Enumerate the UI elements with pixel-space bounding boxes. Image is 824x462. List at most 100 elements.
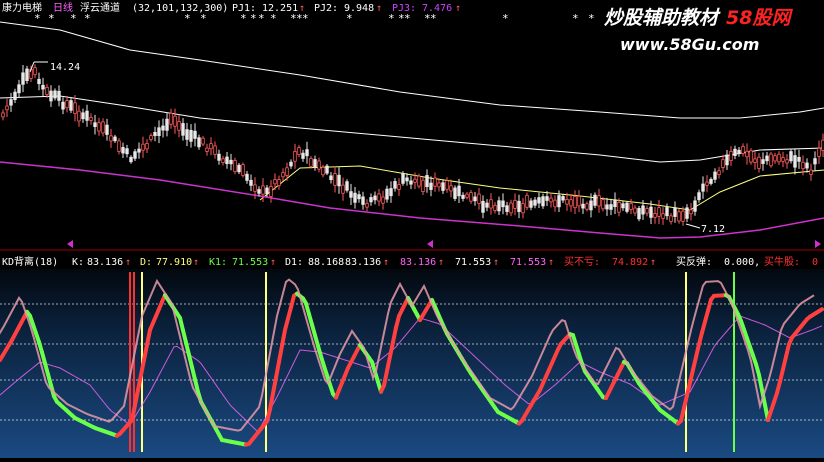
candle xyxy=(82,113,85,119)
candle xyxy=(782,158,785,162)
candle xyxy=(394,181,397,188)
candle xyxy=(606,205,609,209)
candle xyxy=(94,123,97,127)
candle xyxy=(258,190,261,194)
candle xyxy=(186,130,189,140)
candle xyxy=(726,155,729,165)
value-5: 83.136 xyxy=(345,257,381,268)
d-arrow: ↑ xyxy=(193,257,199,268)
candle xyxy=(558,196,561,207)
pj2-value: 9.948 xyxy=(344,3,374,14)
candle xyxy=(282,173,285,177)
candle xyxy=(306,150,309,156)
candle xyxy=(562,196,565,200)
candle xyxy=(494,205,497,210)
candle xyxy=(642,206,645,214)
candle xyxy=(398,185,401,190)
candle xyxy=(242,165,245,176)
candle xyxy=(694,201,697,211)
candle xyxy=(126,149,129,154)
candle xyxy=(750,151,753,162)
candle xyxy=(710,179,713,183)
price-panel-header: 康力电梯 日线 浮云通道 (32,101,132,300) PJ1: 12.25… xyxy=(2,1,461,14)
indicator-params: (32,101,132,300) xyxy=(132,3,228,14)
candle xyxy=(754,159,757,163)
candle xyxy=(574,197,577,208)
candle xyxy=(738,150,741,153)
value-6: 83.136 xyxy=(400,257,436,268)
candle xyxy=(318,161,321,169)
candle xyxy=(262,186,265,194)
candle xyxy=(254,185,257,191)
candle xyxy=(130,157,133,161)
candle xyxy=(198,138,201,147)
candle xyxy=(98,123,101,131)
candle xyxy=(142,144,145,150)
pj2-arrow: ↑ xyxy=(376,3,382,14)
candle xyxy=(418,176,421,186)
candle xyxy=(74,103,77,114)
indicator-name[interactable]: 浮云通道 xyxy=(80,1,120,14)
candle xyxy=(478,194,481,203)
period-label[interactable]: 日线 xyxy=(53,1,73,14)
candle xyxy=(502,201,505,207)
k-label: K: xyxy=(72,257,84,268)
candle xyxy=(430,183,433,189)
candle xyxy=(350,192,353,198)
candle xyxy=(458,186,461,196)
candle xyxy=(90,117,93,120)
candle xyxy=(6,106,9,110)
candle xyxy=(206,148,209,151)
candle xyxy=(10,100,13,106)
candle xyxy=(266,188,269,194)
candle xyxy=(226,157,229,164)
candle xyxy=(602,200,605,209)
candle xyxy=(434,178,437,186)
candle xyxy=(290,162,293,166)
candle xyxy=(234,160,237,171)
kd-indicator-name[interactable]: KD背离(18) xyxy=(2,255,58,268)
candle xyxy=(194,131,197,138)
candle xyxy=(294,151,297,161)
rebound-label: 买反弹: xyxy=(676,255,712,268)
watermark-brand: 58股网 xyxy=(726,7,793,29)
candle xyxy=(742,146,745,153)
candle xyxy=(818,148,821,156)
kd-k-segment xyxy=(819,309,822,311)
candle xyxy=(150,136,153,140)
candle xyxy=(758,157,761,168)
candle xyxy=(358,195,361,199)
candle xyxy=(154,132,157,135)
candle xyxy=(2,113,5,117)
candle xyxy=(682,211,685,221)
value-8: 71.553 xyxy=(510,257,546,268)
candle xyxy=(706,182,709,185)
d-value: 77.910 xyxy=(156,257,192,268)
pj2-label: PJ2: xyxy=(314,3,338,14)
k1-arrow: ↑ xyxy=(270,257,276,268)
candle xyxy=(690,210,693,214)
candle xyxy=(406,178,409,181)
candle xyxy=(78,111,81,121)
candle xyxy=(518,201,521,211)
pj1-label: PJ1: xyxy=(232,3,256,14)
candle xyxy=(178,122,181,131)
candle xyxy=(86,111,89,120)
candle xyxy=(34,68,37,75)
candle xyxy=(626,203,629,211)
candle xyxy=(554,200,557,207)
candle xyxy=(222,159,225,163)
candle xyxy=(734,149,737,155)
candle xyxy=(770,154,773,166)
candle xyxy=(238,165,241,172)
stock-chart-window[interactable]: ********************** 康力电梯 日线 浮云通道 (32,… xyxy=(0,0,824,458)
candle xyxy=(790,152,793,161)
candle xyxy=(118,141,121,152)
stock-name: 康力电梯 xyxy=(2,1,42,14)
indicator-panel-header: KD背离(18) K: 83.136 ↑ D: 77.910 ↑ K1: 71.… xyxy=(2,255,818,268)
candle xyxy=(506,206,509,212)
watermark-text: 炒股辅助教材 xyxy=(604,7,721,29)
v6-arrow: ↑ xyxy=(438,257,444,268)
candle xyxy=(382,197,385,203)
candle xyxy=(630,203,633,209)
